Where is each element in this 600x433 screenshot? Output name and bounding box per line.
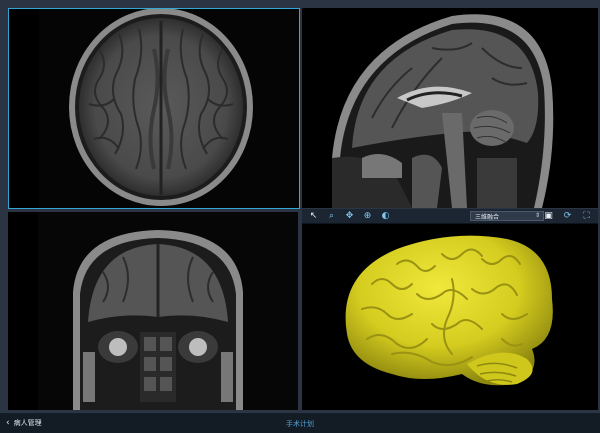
rotate-icon[interactable]: ⊕ bbox=[360, 210, 375, 222]
view3d-toolbar: ↖ ⌕ ✥ ⊕ ◐ 三维融合 ⇕ ▣ ⟳ ⛶ bbox=[302, 209, 598, 224]
brain-3d-model bbox=[302, 224, 598, 410]
screenshot-icon[interactable]: ▣ bbox=[541, 210, 556, 222]
sagittal-view[interactable] bbox=[302, 8, 598, 208]
view3d[interactable] bbox=[302, 224, 598, 410]
axial-view[interactable] bbox=[8, 8, 300, 209]
page-title: 手术计划 bbox=[286, 420, 314, 428]
axial-slice-image bbox=[9, 9, 299, 208]
status-bar: ‹ 病人管理 手术计划 bbox=[0, 412, 600, 433]
render-mode-value: 三维融合 bbox=[475, 213, 500, 221]
view3d-right-tools: ▣ ⟳ ⛶ bbox=[537, 210, 594, 222]
pointer-icon[interactable]: ↖ bbox=[306, 210, 321, 222]
viewer-grid: ↖ ⌕ ✥ ⊕ ◐ 三维融合 ⇕ ▣ ⟳ ⛶ bbox=[0, 0, 600, 412]
zoom-icon[interactable]: ⌕ bbox=[324, 210, 339, 222]
reset-icon[interactable]: ⟳ bbox=[560, 210, 575, 222]
sagittal-slice-image bbox=[302, 8, 598, 208]
coronal-view[interactable] bbox=[8, 212, 298, 410]
render-mode-select[interactable]: 三维融合 ⇕ bbox=[470, 211, 544, 221]
contrast-icon[interactable]: ◐ bbox=[378, 210, 393, 222]
coronal-slice-image bbox=[8, 212, 298, 410]
pan-icon[interactable]: ✥ bbox=[342, 210, 357, 222]
fullscreen-icon[interactable]: ⛶ bbox=[579, 210, 594, 222]
